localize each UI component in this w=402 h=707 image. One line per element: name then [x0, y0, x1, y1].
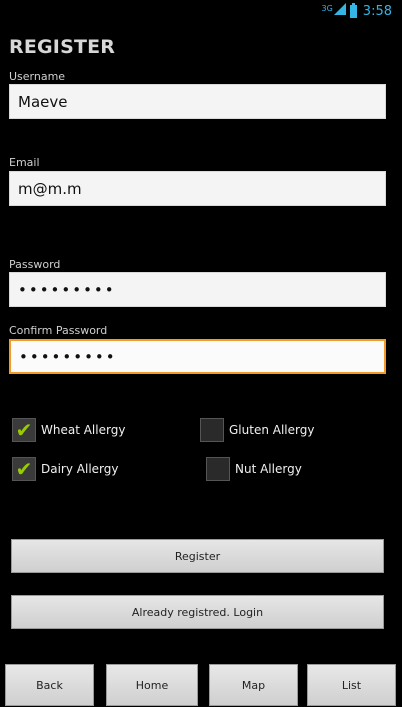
page-title: REGISTER [9, 36, 116, 58]
list-button[interactable]: List [307, 664, 396, 706]
map-button[interactable]: Map [209, 664, 298, 706]
email-input[interactable] [9, 171, 386, 206]
email-label: Email [9, 156, 40, 169]
confirm-password-input[interactable] [9, 339, 386, 374]
wheat-allergy-checkbox-row[interactable]: ✔ Wheat Allergy [12, 418, 125, 442]
dairy-allergy-checkbox-row[interactable]: ✔ Dairy Allergy [12, 457, 118, 481]
gluten-allergy-checkbox-row[interactable]: Gluten Allergy [200, 418, 314, 442]
login-button[interactable]: Already registred. Login [11, 595, 384, 629]
confirm-password-label: Confirm Password [9, 324, 108, 337]
username-input[interactable] [9, 84, 386, 119]
bottom-nav: Back Home Map List [0, 664, 402, 707]
password-input[interactable] [9, 272, 386, 307]
home-button[interactable]: Home [106, 664, 198, 706]
dairy-allergy-label: Dairy Allergy [41, 462, 119, 476]
gluten-allergy-checkbox[interactable] [200, 418, 224, 442]
password-label: Password [9, 258, 61, 271]
battery-icon [349, 2, 357, 18]
username-label: Username [9, 70, 66, 83]
wheat-allergy-checkbox[interactable]: ✔ [12, 418, 36, 442]
nut-allergy-checkbox[interactable] [206, 457, 230, 481]
register-button[interactable]: Register [11, 539, 384, 573]
clock: 3:58 [362, 3, 392, 19]
back-button[interactable]: Back [5, 664, 94, 706]
nut-allergy-label: Nut Allergy [235, 462, 302, 476]
checkmark-icon: ✔ [15, 457, 33, 481]
status-icons: 3G 3:58 [321, 2, 392, 19]
wheat-allergy-label: Wheat Allergy [41, 423, 126, 437]
signal-icon [333, 3, 346, 19]
status-bar: 3G 3:58 [0, 0, 402, 25]
gluten-allergy-label: Gluten Allergy [229, 423, 315, 437]
dairy-allergy-checkbox[interactable]: ✔ [12, 457, 36, 481]
checkmark-icon: ✔ [15, 418, 33, 442]
network-type-label: 3G [321, 3, 333, 13]
nut-allergy-checkbox-row[interactable]: Nut Allergy [206, 457, 302, 481]
